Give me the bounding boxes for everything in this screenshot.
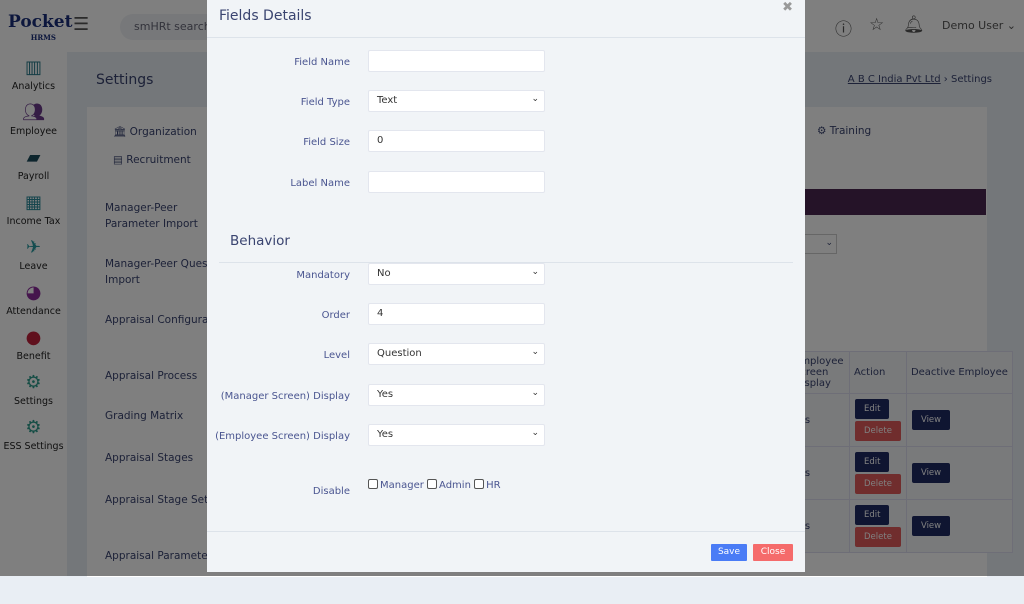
selected-value: Yes: [377, 429, 394, 440]
mandatory-select[interactable]: No ⌄: [368, 263, 545, 285]
chevron-down-icon: ⌄: [531, 94, 539, 104]
chevron-down-icon: ⌄: [531, 267, 539, 277]
hr-checkbox[interactable]: [474, 479, 485, 489]
field-size-label: Field Size: [303, 137, 350, 148]
order-input[interactable]: 4: [368, 303, 545, 325]
manager-display-label: (Manager Screen) Display: [220, 391, 350, 402]
chevron-down-icon: ⌄: [531, 428, 539, 438]
disable-label: Disable: [312, 486, 350, 497]
selected-value: No: [377, 268, 391, 279]
chevron-down-icon: ⌄: [531, 347, 539, 357]
level-label: Level: [323, 350, 350, 361]
label-name-input[interactable]: [368, 171, 545, 193]
level-select[interactable]: Question ⌄: [368, 343, 545, 365]
field-name-input[interactable]: [368, 50, 545, 72]
behavior-heading: Behavior: [230, 233, 290, 249]
field-size-input[interactable]: 0: [368, 130, 545, 152]
selected-value: Yes: [377, 389, 394, 400]
selected-value: Question: [377, 348, 422, 359]
checkbox-label: Manager: [380, 480, 424, 491]
admin-checkbox[interactable]: [427, 479, 438, 489]
field-type-select[interactable]: Text ⌄: [368, 90, 545, 112]
save-button[interactable]: Save: [711, 544, 747, 561]
fields-details-modal: Fields Details ✖ Field Name Field Type T…: [207, 0, 805, 572]
order-label: Order: [321, 310, 350, 321]
modal-title: Fields Details: [207, 0, 805, 38]
checkbox-label: HR: [486, 480, 501, 491]
close-icon[interactable]: ✖: [782, 0, 793, 15]
selected-value: Text: [377, 95, 398, 106]
label-name-label: Label Name: [290, 178, 350, 189]
checkbox-label: Admin: [439, 480, 471, 491]
close-button[interactable]: Close: [753, 544, 793, 561]
employee-display-label: (Employee Screen) Display: [215, 431, 350, 442]
field-name-label: Field Name: [294, 57, 350, 68]
manager-checkbox[interactable]: [368, 479, 378, 489]
chevron-down-icon: ⌄: [531, 388, 539, 398]
field-type-label: Field Type: [300, 97, 350, 108]
modal-footer-divider: [207, 531, 805, 532]
mandatory-label: Mandatory: [296, 270, 350, 281]
disable-options: Manager Admin HR: [368, 479, 501, 491]
employee-display-select[interactable]: Yes ⌄: [368, 424, 545, 446]
manager-display-select[interactable]: Yes ⌄: [368, 384, 545, 406]
